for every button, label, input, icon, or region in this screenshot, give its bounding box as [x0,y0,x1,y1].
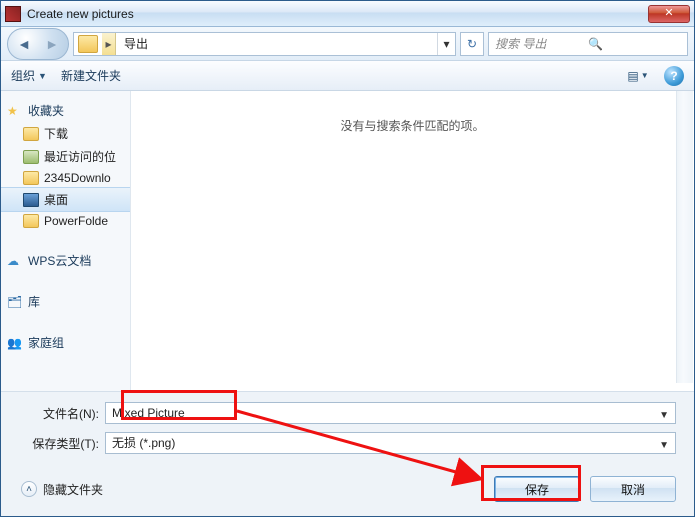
folder-icon [78,35,98,53]
save-dialog-window: Create new pictures ✕ ◄ ► ▸ 导出 ▾ ↻ 搜索 导出… [0,0,695,517]
footer: 文件名(N): Mixed Picture ▼ 保存类型(T): 无损 (*.p… [1,391,694,516]
sidebar-header-library[interactable]: 🗂 库 [1,290,130,313]
search-icon: 🔍 [588,37,681,51]
folder-icon [23,171,39,185]
scrollbar-vertical[interactable] [676,91,693,383]
filename-label: 文件名(N): [19,405,99,422]
homegroup-icon: 👥 [7,336,23,350]
button-row: ˄ 隐藏文件夹 保存 取消 [19,476,676,502]
refresh-button[interactable]: ↻ [460,32,484,56]
nav-forward-button[interactable]: ► [38,31,66,57]
search-placeholder: 搜索 导出 [495,35,588,52]
app-icon [5,6,21,22]
title-bar[interactable]: Create new pictures ✕ [1,1,694,27]
filename-row: 文件名(N): Mixed Picture ▼ [19,402,676,424]
sidebar-item-powerfolder[interactable]: PowerFolde [1,211,130,231]
sidebar-header-homegroup[interactable]: 👥 家庭组 [1,331,130,354]
sidebar-header-cloud[interactable]: ☁ WPS云文档 [1,249,130,272]
filetype-row: 保存类型(T): 无损 (*.png) ▼ [19,432,676,454]
folder-icon [23,214,39,228]
cloud-icon: ☁ [7,254,23,268]
chevron-right-icon[interactable]: ▸ [102,33,116,55]
file-list-area[interactable]: 没有与搜索条件匹配的项。 [131,91,694,391]
filename-input[interactable]: Mixed Picture ▼ [105,402,676,424]
dialog-body: ★ 收藏夹 下载 最近访问的位 2345Downlo 桌面 [1,91,694,391]
hide-folders-label[interactable]: 隐藏文件夹 [43,481,494,498]
nav-back-button[interactable]: ◄ [10,31,38,57]
breadcrumb-segment[interactable]: 导出 [116,33,156,55]
chevron-down-icon[interactable]: ▼ [659,406,669,426]
save-button[interactable]: 保存 [494,476,580,502]
folder-icon [23,127,39,141]
empty-results-text: 没有与搜索条件匹配的项。 [340,117,484,391]
sidebar-item-desktop[interactable]: 桌面 [1,187,130,212]
help-button[interactable]: ? [664,66,684,86]
filetype-select[interactable]: 无损 (*.png) ▼ [105,432,676,454]
organize-menu[interactable]: 组织▼ [11,67,47,84]
toolbar: 组织▼ 新建文件夹 ▤▼ ? [1,61,694,91]
filetype-label: 保存类型(T): [19,435,99,452]
chevron-down-icon: ▼ [38,71,47,81]
chevron-down-icon[interactable]: ▼ [659,436,669,456]
close-button[interactable]: ✕ [648,5,690,23]
sidebar-header-favorites[interactable]: ★ 收藏夹 [1,99,130,122]
nav-row: ◄ ► ▸ 导出 ▾ ↻ 搜索 导出 🔍 [1,27,694,61]
window-title: Create new pictures [27,7,648,21]
view-options-button[interactable]: ▤▼ [626,65,650,87]
sidebar-item-2345downloads[interactable]: 2345Downlo [1,168,130,188]
new-folder-button[interactable]: 新建文件夹 [61,67,121,84]
cancel-button[interactable]: 取消 [590,476,676,502]
desktop-icon [23,193,39,207]
sidebar: ★ 收藏夹 下载 最近访问的位 2345Downlo 桌面 [1,91,131,391]
star-icon: ★ [7,104,23,118]
breadcrumb-dropdown[interactable]: ▾ [437,33,455,55]
expand-folders-button[interactable]: ˄ [21,481,37,497]
recent-icon [23,150,39,164]
nav-buttons: ◄ ► [7,28,69,60]
sidebar-item-recent[interactable]: 最近访问的位 [1,145,130,168]
search-input[interactable]: 搜索 导出 🔍 [488,32,688,56]
breadcrumb-bar[interactable]: ▸ 导出 ▾ [73,32,456,56]
sidebar-item-downloads[interactable]: 下载 [1,122,130,145]
library-icon: 🗂 [7,295,23,309]
